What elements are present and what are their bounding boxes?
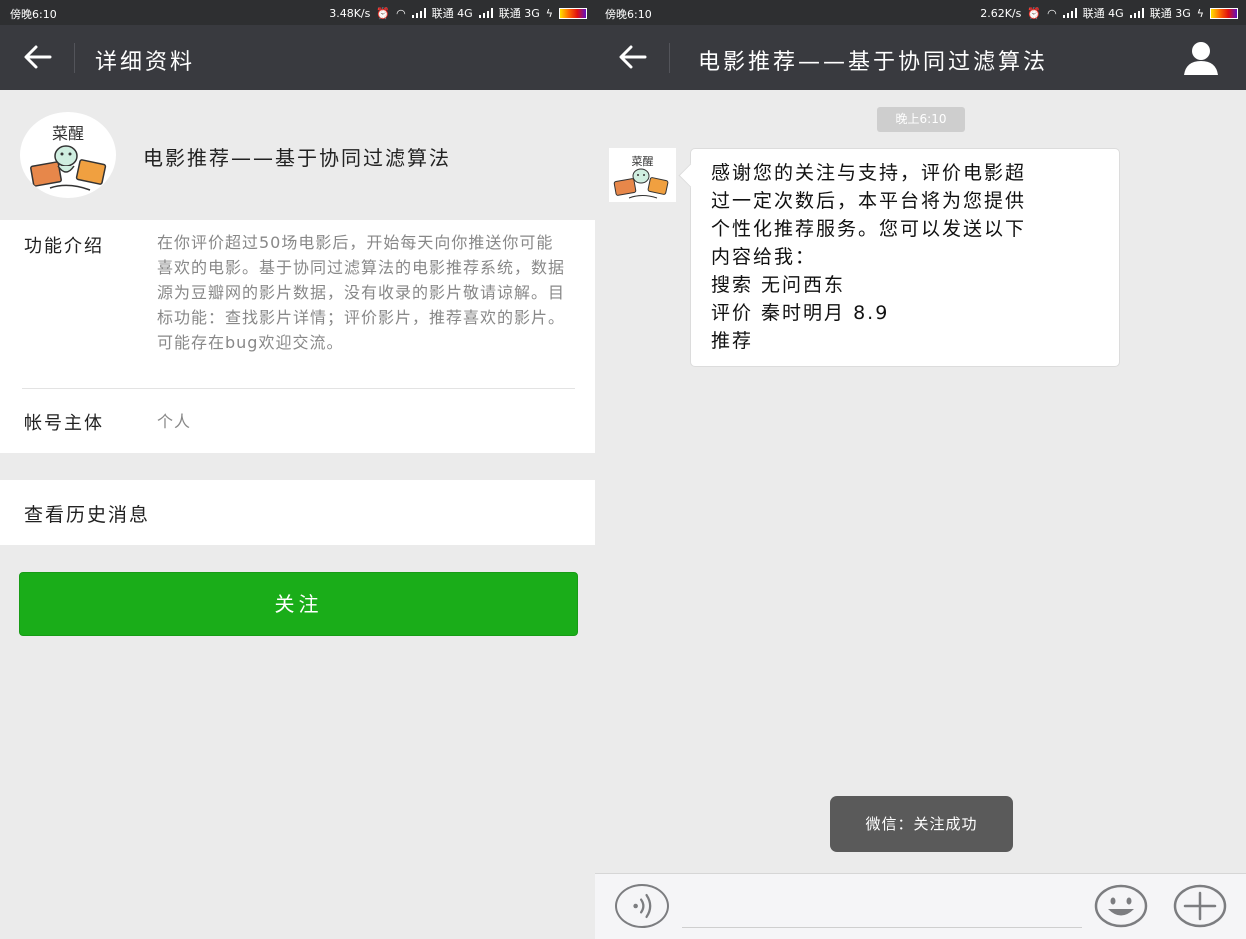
signal-icon <box>478 8 493 18</box>
message-line: 搜索 无问西东 <box>711 274 846 296</box>
carrier-1: 联通 4G <box>1082 7 1124 20</box>
input-bar <box>595 873 1246 939</box>
voice-icon[interactable] <box>615 884 669 928</box>
info-card: 功能介绍 在你评价超过50场电影后，开始每天向你推送你可能喜欢的电影。基于协同过… <box>0 220 595 453</box>
message-bubble[interactable]: 感谢您的关注与支持，评价电影超 过一定次数后，本平台将为您提供 个性化推荐服务。… <box>690 148 1120 367</box>
toast-notification: 微信：关注成功 <box>830 796 1013 852</box>
back-arrow-icon[interactable] <box>617 41 649 73</box>
title-divider <box>74 43 75 73</box>
status-bar: 傍晚6:10 3.48K/s ⏰ ◠ 联通 4G 联通 3G ϟ <box>0 0 595 25</box>
page-title: 详细资料 <box>95 50 196 75</box>
network-speed: 2.62K/s <box>980 6 1022 20</box>
info-divider <box>22 388 575 389</box>
message-line: 内容给我： <box>711 246 817 268</box>
message-line: 个性化推荐服务。您可以发送以下 <box>711 218 1027 240</box>
avatar[interactable]: 菜醒 <box>20 112 116 198</box>
signal-icon <box>1129 8 1144 18</box>
title-bar: 详细资料 <box>0 25 595 90</box>
title-divider <box>669 43 670 73</box>
chat-screen: 傍晚6:10 2.62K/s ⏰ ◠ 联通 4G 联通 3G ϟ 电影推荐——基… <box>595 0 1246 939</box>
status-indicators: 2.62K/s ⏰ ◠ 联通 4G 联通 3G ϟ <box>980 5 1238 21</box>
message-line: 过一定次数后，本平台将为您提供 <box>711 190 1027 212</box>
carrier-1: 联通 4G <box>431 7 473 20</box>
charging-icon: ϟ <box>1196 6 1204 20</box>
follow-button[interactable]: 关注 <box>19 572 578 636</box>
battery-icon <box>1210 7 1238 19</box>
carrier-2: 联通 3G <box>498 7 540 20</box>
view-history-label: 查看历史消息 <box>24 504 151 526</box>
message-line: 推荐 <box>711 330 754 352</box>
title-bar: 电影推荐——基于协同过滤算法 <box>595 25 1246 90</box>
account-label: 帐号主体 <box>24 413 104 434</box>
back-arrow-icon[interactable] <box>22 41 54 73</box>
avatar[interactable]: 菜醒 <box>609 148 676 202</box>
wifi-icon: ◠ <box>1047 6 1057 20</box>
person-icon[interactable] <box>1182 39 1220 77</box>
status-time: 傍晚6:10 <box>605 8 652 21</box>
battery-icon <box>559 7 587 19</box>
chat-title: 电影推荐——基于协同过滤算法 <box>698 50 1049 75</box>
message-line: 感谢您的关注与支持，评价电影超 <box>711 162 1027 184</box>
avatar-label: 菜醒 <box>51 124 84 143</box>
intro-label: 功能介绍 <box>24 236 104 257</box>
alarm-icon: ⏰ <box>376 6 391 20</box>
status-indicators: 3.48K/s ⏰ ◠ 联通 4G 联通 3G ϟ <box>329 5 587 21</box>
network-speed: 3.48K/s <box>329 6 371 20</box>
status-time: 傍晚6:10 <box>10 8 57 21</box>
status-bar: 傍晚6:10 2.62K/s ⏰ ◠ 联通 4G 联通 3G ϟ <box>595 0 1246 25</box>
profile-name: 电影推荐——基于协同过滤算法 <box>143 146 451 170</box>
emoji-icon[interactable] <box>1094 884 1148 928</box>
avatar-label: 菜醒 <box>631 155 654 168</box>
plus-icon[interactable] <box>1173 884 1227 928</box>
view-history-item[interactable]: 查看历史消息 <box>0 480 595 545</box>
profile-header: 菜醒 电影推荐——基于协同过滤算法 <box>0 90 595 220</box>
message-line: 评价 秦时明月 8.9 <box>711 302 890 324</box>
wifi-icon: ◠ <box>396 6 406 20</box>
intro-text: 在你评价超过50场电影后，开始每天向你推送你可能喜欢的电影。基于协同过滤算法的电… <box>157 233 566 352</box>
message-input[interactable] <box>682 888 1082 928</box>
signal-icon <box>1062 8 1077 18</box>
charging-icon: ϟ <box>545 6 553 20</box>
carrier-2: 联通 3G <box>1149 7 1191 20</box>
account-value: 个人 <box>157 412 192 431</box>
signal-icon <box>411 8 426 18</box>
profile-screen: 傍晚6:10 3.48K/s ⏰ ◠ 联通 4G 联通 3G ϟ 详细资料 菜醒 <box>0 0 595 939</box>
message-timestamp: 晚上6:10 <box>877 107 965 132</box>
alarm-icon: ⏰ <box>1027 6 1042 20</box>
